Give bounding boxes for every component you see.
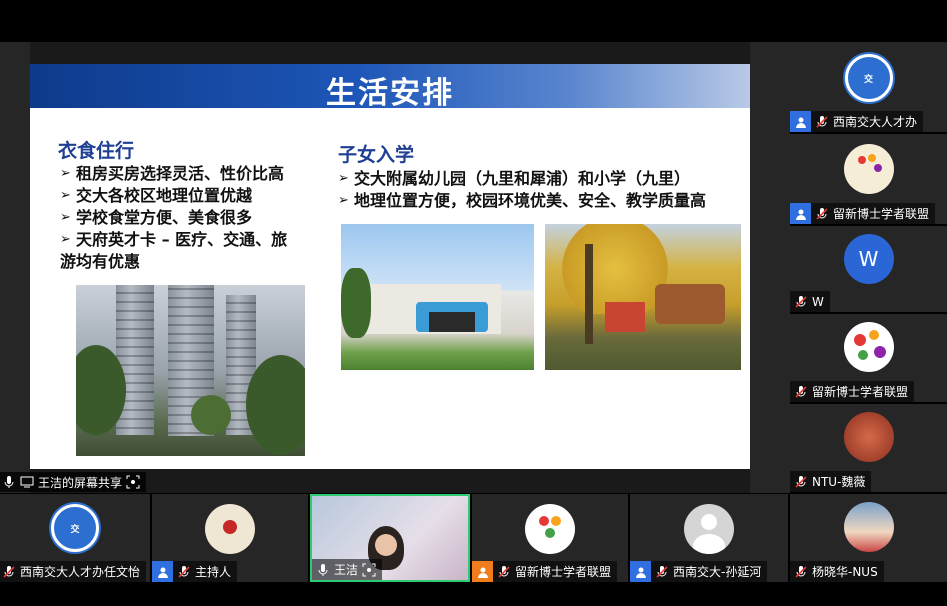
screen-share-icon [20, 476, 34, 488]
list-item-continuation: 游均有优惠 [60, 252, 141, 271]
list-item: 地理位置方便，校园环境优美、安全、教学质量高 [338, 190, 748, 212]
participant-name-bar: 西南交大人才办 [790, 111, 924, 132]
mic-icon [4, 476, 14, 488]
presentation-slide: 生活安排 衣食住行 租房买房选择灵活、性价比高 交大各校区地理位置优越 学校食堂… [30, 64, 750, 469]
list-item: 学校食堂方便、美食很多 [60, 207, 330, 229]
left-column-heading: 衣食住行 [58, 140, 135, 162]
university-logo-avatar: 交 [844, 54, 893, 102]
photo-avatar [843, 412, 894, 462]
participant-name: 主持人 [195, 565, 232, 579]
participant-name: 西南交大人才办 [833, 115, 918, 129]
participant-name: 西南交大人才办任文怡 [20, 565, 141, 579]
user-icon [472, 561, 493, 582]
participant-name-bar: 王洁 [312, 559, 383, 580]
user-icon [630, 561, 651, 582]
participant-name: 留新博士学者联盟 [833, 207, 930, 221]
list-item: 天府英才卡 – 医疗、交通、旅 [60, 229, 330, 251]
participant-tile[interactable]: 西南交大-孙延河 [630, 494, 788, 582]
kindergarten-photo [341, 224, 534, 370]
mic-muted-icon [795, 385, 807, 398]
participant-tile[interactable]: NTU-魏薇 [790, 404, 947, 492]
participant-name-bar: 西南交大人才办任文怡 [0, 561, 147, 582]
list-item: 租房买房选择灵活、性价比高 [60, 163, 330, 185]
participant-tile[interactable]: 主持人 [152, 494, 308, 582]
participant-tile[interactable]: 交 西南交大人才办任文怡 [0, 494, 150, 582]
alliance-logo-avatar [525, 504, 575, 554]
mic-muted-icon [3, 565, 15, 578]
mic-muted-icon [795, 475, 807, 488]
mic-muted-icon [656, 565, 668, 578]
participant-name-bar: 杨晓华-NUS [790, 561, 884, 582]
mic-muted-icon [498, 565, 510, 578]
participant-name: 杨晓华-NUS [812, 565, 878, 579]
mic-muted-icon [178, 565, 190, 578]
expand-icon[interactable] [126, 475, 140, 489]
right-bullet-list: 交大附属幼儿园（九里和犀浦）和小学（九里） 地理位置方便，校园环境优美、安全、教… [338, 168, 748, 212]
participant-tile[interactable]: 留新博士学者联盟 [790, 314, 947, 402]
participant-name-bar: 留新博士学者联盟 [472, 561, 618, 582]
mic-muted-icon [816, 115, 828, 128]
slide-title: 生活安排 [326, 76, 454, 111]
photo-avatar [843, 502, 894, 552]
participant-name-bar: 留新博士学者联盟 [790, 203, 936, 224]
user-icon [790, 111, 811, 132]
participant-name-bar: NTU-魏薇 [790, 471, 872, 492]
mic-icon [318, 563, 328, 576]
user-icon [790, 203, 811, 224]
participant-name-bar: 主持人 [152, 561, 238, 582]
apartment-photo [76, 285, 305, 456]
screen-share-text: 王洁的屏幕共享 [38, 475, 123, 490]
participant-name: W [812, 294, 824, 309]
stage-left-edge [0, 42, 30, 493]
participant-name: 留新博士学者联盟 [812, 385, 909, 399]
screen-share-label: 王洁的屏幕共享 [0, 472, 147, 492]
participant-name: 王洁 [334, 563, 359, 577]
participant-tile[interactable]: 杨晓华-NUS [790, 494, 947, 582]
playground-photo [545, 224, 741, 370]
alliance-logo-avatar [843, 144, 894, 194]
list-item: 交大各校区地理位置优越 [60, 185, 330, 207]
participant-name-bar: W [790, 291, 830, 312]
participant-tile[interactable]: 交 西南交大人才办 [790, 42, 947, 132]
default-avatar [684, 504, 734, 554]
active-speaker-tile[interactable]: 王洁 [310, 494, 470, 582]
left-bullet-list: 租房买房选择灵活、性价比高 交大各校区地理位置优越 学校食堂方便、美食很多 天府… [60, 163, 330, 273]
mic-muted-icon [816, 207, 828, 220]
user-icon [152, 561, 173, 582]
participant-tile[interactable]: W W [790, 226, 947, 312]
participant-name: 留新博士学者联盟 [515, 565, 612, 579]
initial-avatar: W [843, 234, 894, 284]
screen-share-icon [362, 563, 376, 576]
university-logo-avatar: 交 [51, 504, 99, 552]
mic-muted-icon [795, 565, 807, 578]
alliance-logo-avatar [843, 322, 894, 372]
host-logo-avatar [205, 504, 255, 554]
participant-name: NTU-魏薇 [812, 475, 866, 489]
participant-name-bar: 留新博士学者联盟 [790, 381, 915, 402]
participant-name-bar: 西南交大-孙延河 [630, 561, 768, 582]
mic-muted-icon [795, 295, 807, 308]
participant-tile[interactable]: 留新博士学者联盟 [472, 494, 628, 582]
participant-tile[interactable]: 留新博士学者联盟 [790, 134, 947, 224]
right-column-heading: 子女入学 [338, 144, 415, 166]
participant-name: 西南交大-孙延河 [673, 565, 762, 579]
list-item: 交大附属幼儿园（九里和犀浦）和小学（九里） [338, 168, 748, 190]
stage-right-edge [750, 42, 790, 493]
